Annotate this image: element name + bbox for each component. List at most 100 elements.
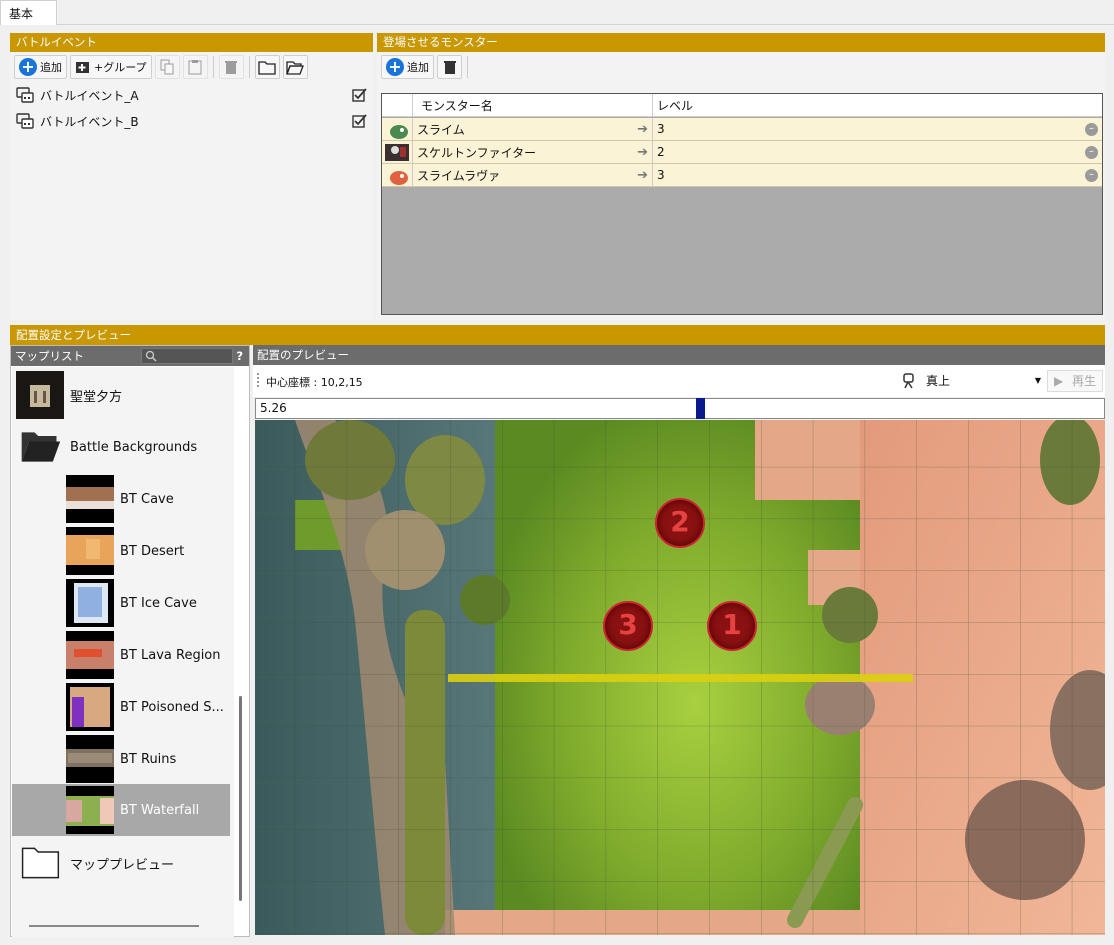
play-icon: ▶ (1054, 374, 1064, 388)
timeline-slider[interactable]: 5.26 (255, 398, 1105, 419)
map-item-label: BT Poisoned S... (120, 699, 224, 715)
monster-table: モンスター名 レベル スライム ➔ 3– スケルトンファイター ➔ 2– スライムラ… (381, 93, 1103, 315)
tab-basic[interactable]: 基本 (0, 0, 57, 25)
battle-events-panel: バトルイベント + 追加 +グループ バトルイベント_A バトルイベント_B (10, 33, 373, 320)
monster-name: スライムラヴァ (417, 168, 501, 183)
list-item[interactable]: バトルイベント_A (10, 82, 373, 108)
monster-level-cell[interactable]: 3– (653, 118, 1102, 140)
add-monster-button[interactable]: + 追加 (381, 55, 434, 79)
table-row[interactable]: スライム ➔ 3– (382, 118, 1102, 141)
battle-events-header: バトルイベント (10, 33, 373, 52)
delete-button[interactable] (218, 55, 244, 79)
map-search-input[interactable] (141, 348, 233, 364)
map-item-label: BT Desert (120, 543, 185, 559)
checkbox-checked-icon[interactable] (352, 113, 367, 129)
table-row[interactable]: スライムラヴァ ➔ 3– (382, 164, 1102, 187)
arrow-right-icon[interactable]: ➔ (637, 122, 648, 137)
arrow-right-icon[interactable]: ➔ (637, 145, 648, 160)
map-item-label: BT Ruins (120, 751, 177, 767)
monster-level: 3 (657, 168, 665, 182)
map-item-label: BT Lava Region (120, 647, 221, 663)
open-folder-button[interactable] (282, 55, 308, 79)
map-thumbnail (66, 527, 114, 575)
center-coords-text: 中心座標 : 10,2,15 (266, 376, 363, 389)
map-thumbnail (66, 786, 114, 834)
monster-level-cell[interactable]: 2– (653, 141, 1102, 163)
checkbox-checked-icon[interactable] (352, 87, 367, 103)
play-button[interactable]: ▶ 再生 (1047, 370, 1103, 392)
folder-map-preview[interactable]: マッププレビュー (16, 838, 236, 888)
remove-row-icon[interactable]: – (1085, 122, 1098, 136)
map-item-bt-cave[interactable]: BT Cave (66, 474, 286, 524)
battle-events-toolbar: + 追加 +グループ (10, 52, 373, 82)
monsters-header: 登場させるモンスター (377, 33, 1105, 52)
placement-marker[interactable]: 2 (655, 498, 705, 548)
map-item-bt-poisoned[interactable]: BT Poisoned S... (66, 682, 286, 732)
map-thumbnail (66, 631, 114, 679)
folder-label: マッププレビュー (70, 857, 175, 873)
search-icon (145, 350, 157, 362)
map-thumbnail (16, 371, 64, 419)
add-group-label: +グループ (94, 61, 147, 74)
map-thumbnail (66, 475, 114, 523)
tab-bar (0, 0, 1114, 25)
camera-select[interactable]: 真上 ▼ (923, 371, 1043, 391)
map-item-seido[interactable]: 聖堂夕方 (16, 370, 236, 420)
remove-row-icon[interactable]: – (1085, 145, 1098, 159)
icon-column-header (382, 94, 413, 116)
help-icon[interactable]: ? (236, 346, 243, 366)
timeline-handle[interactable] (696, 398, 705, 419)
add-event-button[interactable]: + 追加 (14, 55, 67, 79)
play-label: 再生 (1072, 374, 1097, 388)
add-group-button[interactable]: +グループ (70, 55, 152, 79)
monster-name-cell[interactable]: スライムラヴァ ➔ (413, 164, 653, 186)
map-thumbnail (66, 735, 114, 783)
new-folder-button[interactable] (254, 55, 280, 79)
table-header: モンスター名 レベル (382, 94, 1102, 117)
delete-monster-button[interactable] (437, 55, 462, 79)
placement-marker[interactable]: 3 (603, 601, 653, 651)
horizontal-scrollbar[interactable] (29, 925, 199, 927)
map-list-header: マップリスト ? (11, 346, 249, 366)
monster-name-cell[interactable]: スケルトンファイター ➔ (413, 141, 653, 163)
folder-label: Battle Backgrounds (70, 439, 198, 455)
folder-battle-backgrounds[interactable]: Battle Backgrounds (16, 422, 236, 472)
map-item-bt-desert[interactable]: BT Desert (66, 526, 286, 576)
column-header-name: モンスター名 (413, 94, 653, 116)
map-thumbnail (66, 579, 114, 627)
monster-level-cell[interactable]: 3– (653, 164, 1102, 186)
monster-name-cell[interactable]: スライム ➔ (413, 118, 653, 140)
camera-icon (903, 373, 914, 389)
preview-header: 配置のプレビュー (253, 345, 1105, 365)
monster-portrait (382, 118, 413, 140)
folder-icon (258, 61, 276, 75)
map-item-bt-ice-cave[interactable]: BT Ice Cave (66, 578, 286, 628)
paste-icon (188, 60, 202, 75)
add-event-label: 追加 (40, 61, 62, 74)
trash-icon (443, 61, 456, 74)
spawn-line (448, 674, 913, 682)
copy-button[interactable] (154, 55, 180, 79)
monsters-toolbar: + 追加 (377, 52, 1105, 82)
map-item-bt-waterfall[interactable]: BT Waterfall (12, 784, 230, 836)
paste-button[interactable] (182, 55, 208, 79)
monster-portrait (382, 141, 413, 163)
map-item-bt-ruins[interactable]: BT Ruins (66, 734, 286, 784)
slime-lava-icon (390, 171, 408, 185)
trash-icon (225, 61, 238, 74)
placement-marker[interactable]: 1 (707, 601, 757, 651)
map-thumbnail (66, 683, 114, 731)
remove-row-icon[interactable]: – (1085, 168, 1098, 182)
copy-icon (160, 59, 174, 75)
table-row[interactable]: スケルトンファイター ➔ 2– (382, 141, 1102, 164)
folder-open-icon (21, 432, 61, 462)
column-header-level: レベル (657, 98, 694, 113)
folder-open-icon (286, 61, 305, 75)
map-item-label: BT Cave (120, 491, 174, 507)
arrow-right-icon[interactable]: ➔ (637, 168, 648, 183)
map-item-bt-lava-region[interactable]: BT Lava Region (66, 630, 286, 680)
list-item[interactable]: バトルイベント_B (10, 108, 373, 134)
preview-toolbar: 中心座標 : 10,2,15 真上 ▼ ▶ 再生 (253, 365, 1105, 397)
plus-icon: + (386, 58, 404, 76)
battle-event-label: バトルイベント_A (40, 88, 139, 103)
